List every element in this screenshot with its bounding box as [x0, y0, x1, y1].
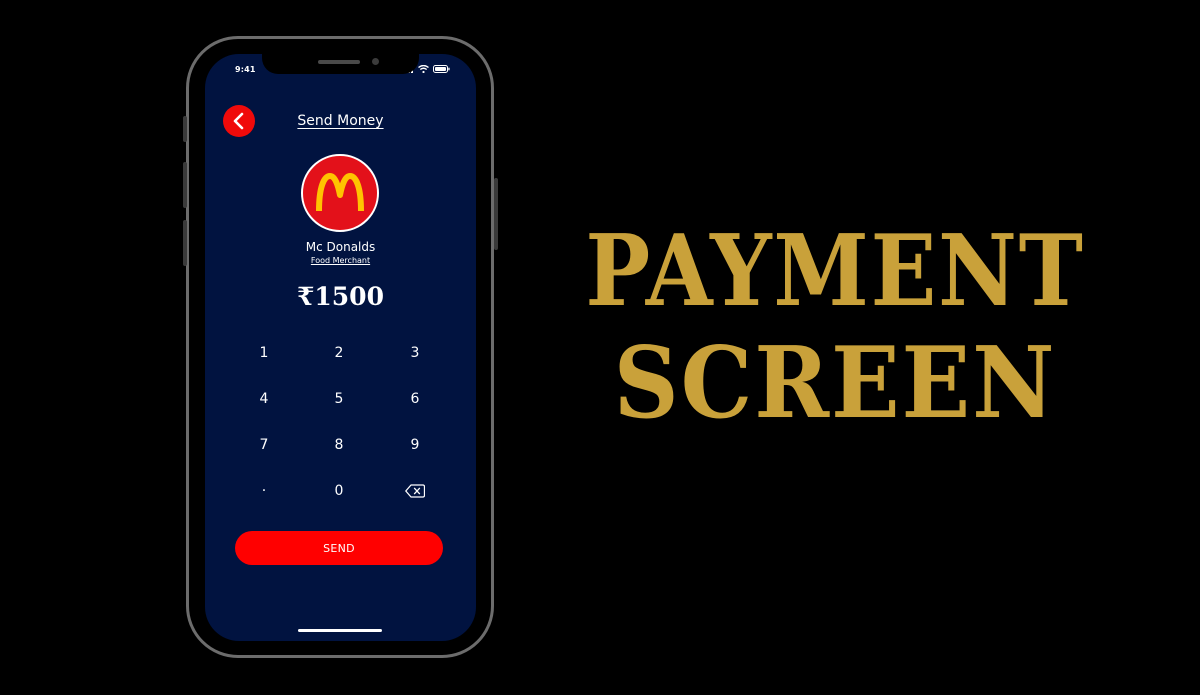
key-9[interactable]: 9 — [385, 429, 445, 461]
payment-amount: ₹1500 — [297, 282, 384, 311]
merchant-logo — [301, 154, 379, 232]
headline: PAYMENT SCREEN — [540, 216, 1130, 440]
send-button[interactable]: SEND — [235, 531, 443, 565]
key-3[interactable]: 3 — [385, 337, 445, 369]
merchant-category[interactable]: Food Merchant — [205, 256, 476, 265]
battery-icon — [433, 65, 450, 73]
golden-arches-logo — [316, 173, 364, 212]
key-5[interactable]: 5 — [309, 383, 369, 415]
key-2[interactable]: 2 — [309, 337, 369, 369]
home-indicator[interactable] — [298, 629, 382, 632]
phone-screen: 9:41 Send Money Mc Donalds Food Merchant… — [205, 54, 476, 641]
key-7[interactable]: 7 — [234, 429, 294, 461]
page-title: Send Money — [297, 113, 384, 129]
merchant-name: Mc Donalds — [305, 240, 376, 254]
front-camera — [372, 58, 379, 65]
power-button — [494, 178, 498, 250]
speaker-grille — [318, 60, 360, 64]
key-1[interactable]: 1 — [234, 337, 294, 369]
headline-line-2: SCREEN — [613, 326, 1057, 441]
status-time: 9:41 — [235, 65, 256, 74]
volume-up-button — [183, 162, 187, 208]
key-0[interactable]: 0 — [309, 475, 369, 507]
backspace-icon — [405, 484, 425, 498]
headline-line-1: PAYMENT — [585, 214, 1085, 329]
key-8[interactable]: 8 — [309, 429, 369, 461]
key-6[interactable]: 6 — [385, 383, 445, 415]
wifi-icon — [418, 65, 429, 73]
backspace-key[interactable] — [385, 475, 445, 507]
silent-switch — [183, 116, 187, 142]
key-decimal[interactable]: · — [234, 475, 294, 507]
volume-down-button — [183, 220, 187, 266]
notch — [262, 54, 419, 74]
key-4[interactable]: 4 — [234, 383, 294, 415]
